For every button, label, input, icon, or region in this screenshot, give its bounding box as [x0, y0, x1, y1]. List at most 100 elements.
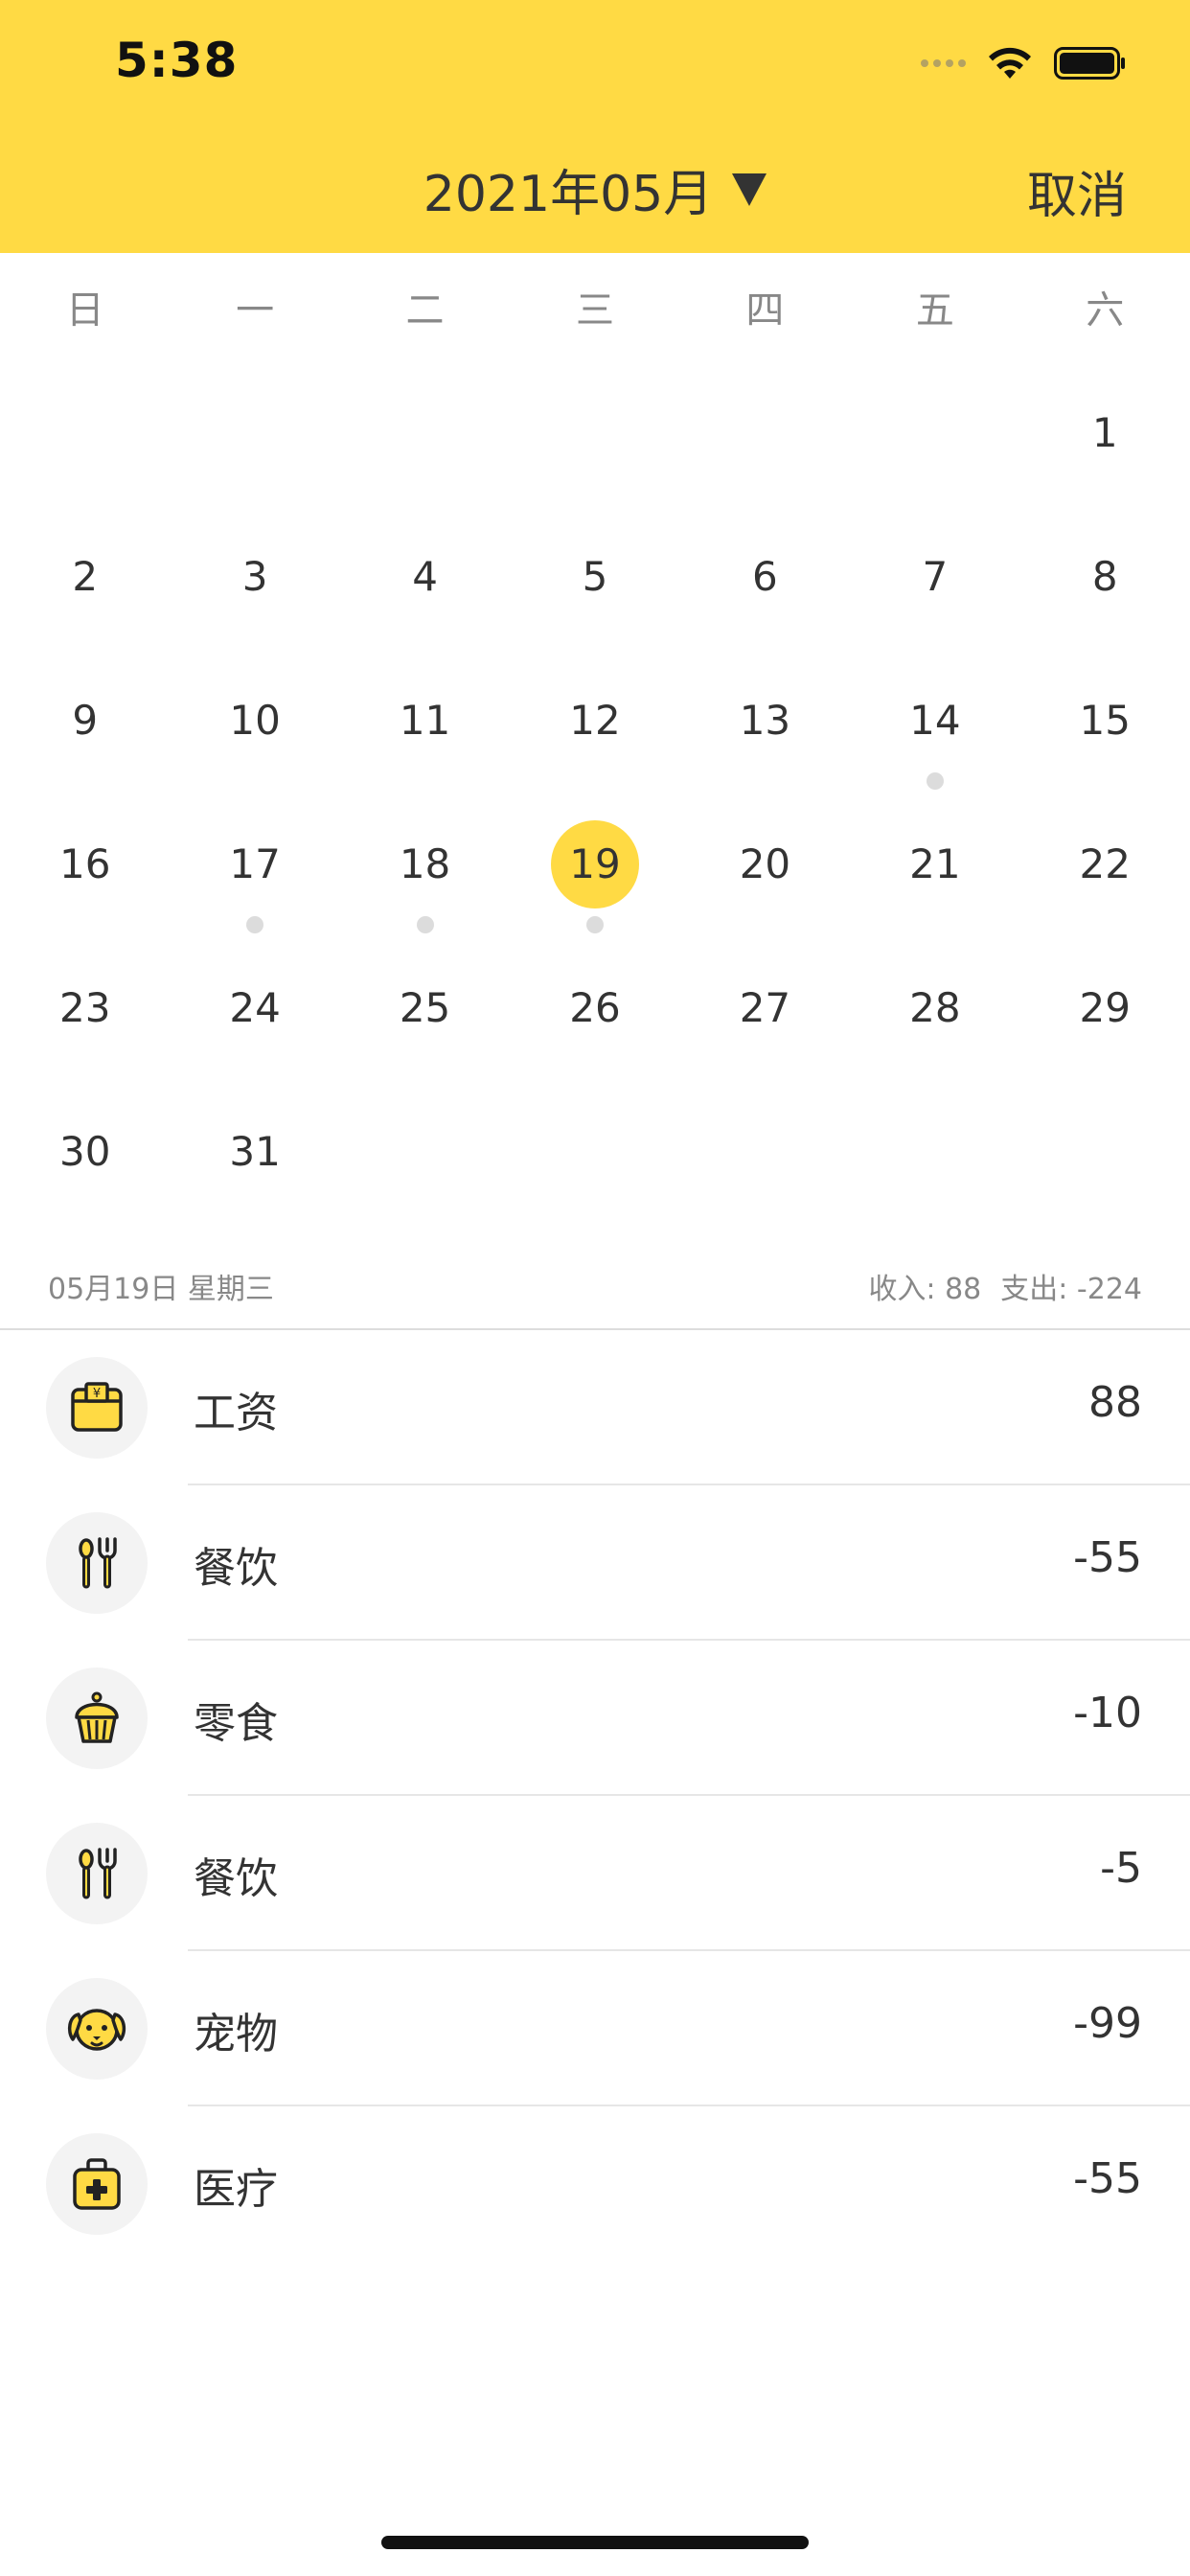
muffin-icon [46, 1668, 148, 1769]
list-item[interactable]: 医疗 -55 [0, 2106, 1190, 2262]
calendar-day-number: 25 [399, 984, 451, 1031]
svg-text:¥: ¥ [93, 1387, 101, 1401]
calendar-day-number: 8 [1091, 553, 1118, 600]
status-time: 5:38 [115, 33, 239, 88]
cancel-button[interactable]: 取消 [1027, 155, 1127, 227]
calendar-day-6[interactable]: 6 [680, 512, 850, 656]
fork-spoon-icon [46, 1512, 148, 1614]
calendar-day-13[interactable]: 13 [680, 656, 850, 799]
calendar-day-7[interactable]: 7 [850, 512, 1019, 656]
record-amount: -99 [1073, 1999, 1142, 2048]
calendar-day-5[interactable]: 5 [510, 512, 679, 656]
calendar-day-number: 23 [58, 984, 111, 1031]
calendar-blank-cell [170, 368, 339, 512]
calendar-day-2[interactable]: 2 [0, 512, 170, 656]
record-category: 工资 [194, 1389, 278, 1438]
calendar-day-22[interactable]: 22 [1020, 799, 1190, 943]
record-indicator-dot [926, 772, 944, 790]
calendar-blank-cell [510, 368, 679, 512]
calendar-day-number: 9 [72, 697, 99, 744]
calendar-day-number: 6 [752, 553, 778, 600]
calendar-day-number: 12 [569, 697, 621, 744]
calendar-blank-cell [0, 368, 170, 512]
calendar-day-23[interactable]: 23 [0, 943, 170, 1087]
calendar-day-number: 15 [1079, 697, 1131, 744]
calendar-day-20[interactable]: 20 [680, 799, 850, 943]
record-list: ¥ 工资 88 餐饮 -55 零食 -10 餐饮 -5 宠物 -99 医疗 -5… [0, 1330, 1190, 2262]
calendar-day-number: 24 [229, 984, 281, 1031]
record-category: 零食 [194, 1699, 278, 1748]
calendar-day-18[interactable]: 18 [340, 799, 510, 943]
calendar-day-9[interactable]: 9 [0, 656, 170, 799]
dog-icon [46, 1978, 148, 2080]
weekday-label: 五 [915, 288, 954, 333]
weekday-label: 二 [405, 288, 445, 333]
calendar-day-number: 1 [1091, 409, 1118, 456]
calendar-day-number: 10 [229, 697, 281, 744]
calendar-day-number: 20 [739, 840, 791, 887]
calendar-day-8[interactable]: 8 [1020, 512, 1190, 656]
calendar-day-number: 16 [58, 840, 111, 887]
list-item[interactable]: 餐饮 -55 [0, 1485, 1190, 1641]
weekday-label: 一 [236, 288, 275, 333]
list-item[interactable]: 餐饮 -5 [0, 1796, 1190, 1951]
calendar-blank-cell [340, 368, 510, 512]
calendar-day-number: 31 [229, 1128, 281, 1175]
record-category: 餐饮 [194, 1854, 278, 1903]
home-indicator [381, 2536, 809, 2549]
calendar-day-15[interactable]: 15 [1020, 656, 1190, 799]
weekday-header: 日 一 二 三 四 五 六 [0, 253, 1190, 368]
calendar-day-3[interactable]: 3 [170, 512, 339, 656]
calendar-day-31[interactable]: 31 [170, 1087, 339, 1230]
signal-icon [921, 59, 966, 67]
caret-down-icon [732, 172, 767, 206]
list-item[interactable]: 宠物 -99 [0, 1951, 1190, 2106]
calendar-day-14[interactable]: 14 [850, 656, 1019, 799]
calendar-day-26[interactable]: 26 [510, 943, 679, 1087]
calendar-day-number: 2 [72, 553, 99, 600]
list-item[interactable]: 零食 -10 [0, 1641, 1190, 1796]
header-bar: 5:38 2021年05月 取消 [0, 0, 1190, 253]
record-amount: -5 [1100, 1844, 1142, 1893]
record-amount: 88 [1088, 1378, 1142, 1427]
calendar-grid: 1 2 3 4 5 6 7 8 9 10 11 12 13 14 15 16 17 18 19 20 21 22 23 24 2… [0, 368, 1190, 1230]
selected-date-label: 05月19日 星期三 [48, 1273, 274, 1306]
calendar-day-30[interactable]: 30 [0, 1087, 170, 1230]
month-title: 2021年05月 [423, 166, 714, 223]
calendar-day-24[interactable]: 24 [170, 943, 339, 1087]
month-selector[interactable]: 2021年05月 [0, 153, 1190, 225]
record-indicator-dot [416, 916, 434, 933]
calendar-day-16[interactable]: 16 [0, 799, 170, 943]
calendar-day-12[interactable]: 12 [510, 656, 679, 799]
list-item[interactable]: ¥ 工资 88 [0, 1330, 1190, 1485]
calendar-day-28[interactable]: 28 [850, 943, 1019, 1087]
battery-icon [1054, 47, 1125, 80]
calendar-day-number: 28 [909, 984, 961, 1031]
income-total: 收入: 88 [868, 1273, 982, 1306]
calendar-day-19[interactable]: 19 [510, 799, 679, 943]
fork-spoon-icon [46, 1823, 148, 1924]
calendar-day-number: 17 [229, 840, 281, 887]
calendar-day-17[interactable]: 17 [170, 799, 339, 943]
calendar-day-number: 29 [1079, 984, 1131, 1031]
calendar-day-27[interactable]: 27 [680, 943, 850, 1087]
calendar-day-25[interactable]: 25 [340, 943, 510, 1087]
calendar-day-1[interactable]: 1 [1020, 368, 1190, 512]
calendar-day-4[interactable]: 4 [340, 512, 510, 656]
calendar-day-29[interactable]: 29 [1020, 943, 1190, 1087]
weekday-label: 三 [575, 288, 614, 333]
medical-kit-icon [46, 2133, 148, 2235]
calendar-day-number: 13 [739, 697, 791, 744]
calendar-day-11[interactable]: 11 [340, 656, 510, 799]
status-icons [921, 44, 1127, 82]
calendar-blank-cell [680, 368, 850, 512]
record-amount: -55 [1073, 1533, 1142, 1582]
calendar-day-10[interactable]: 10 [170, 656, 339, 799]
record-amount: -55 [1073, 2154, 1142, 2203]
calendar-day-number: 19 [550, 820, 639, 908]
calendar-day-21[interactable]: 21 [850, 799, 1019, 943]
record-category: 宠物 [194, 2010, 278, 2058]
totals: 收入: 88 支出: -224 [868, 1265, 1142, 1307]
calendar-day-number: 3 [241, 553, 268, 600]
calendar-blank-cell [850, 368, 1019, 512]
